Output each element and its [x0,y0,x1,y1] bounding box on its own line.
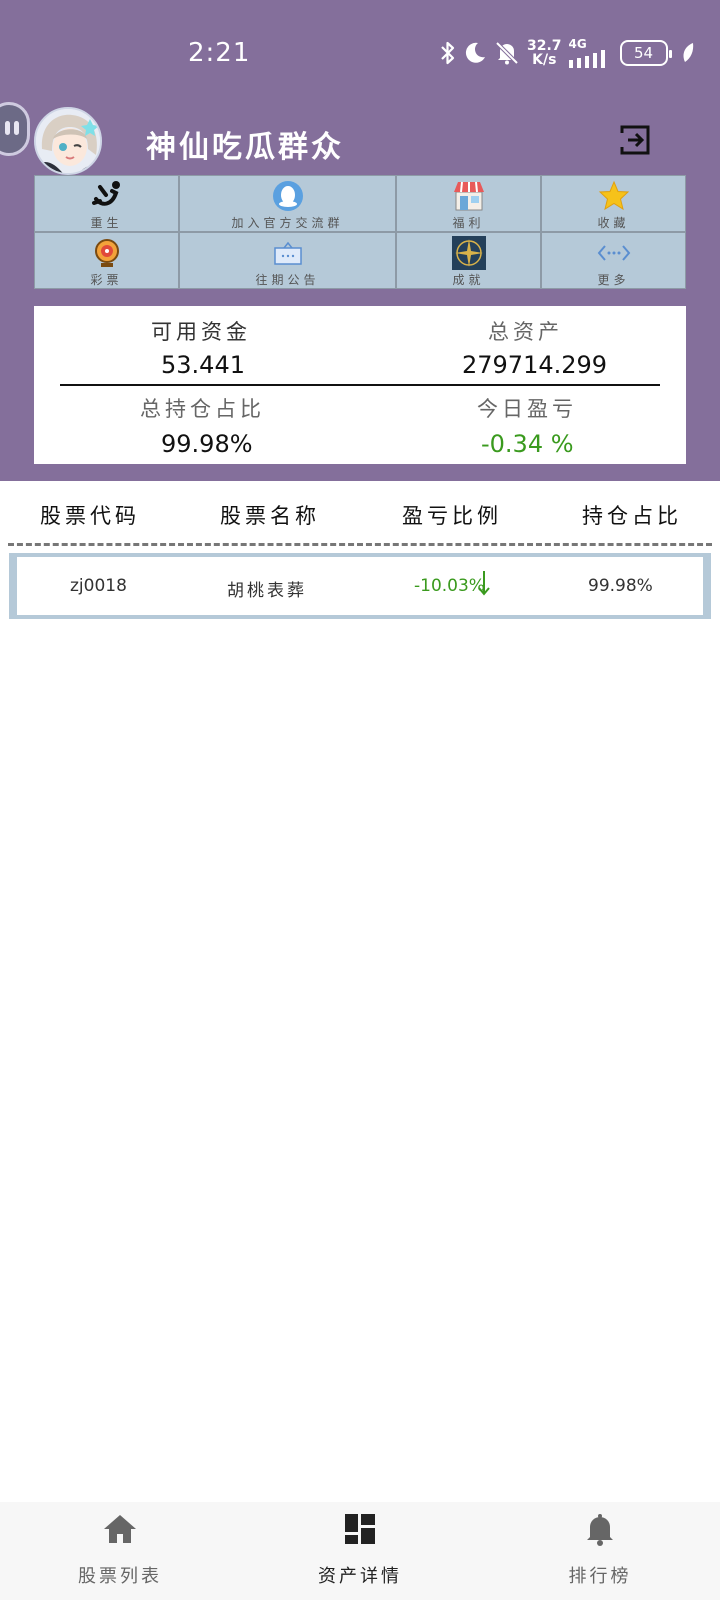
nav-label: 资产详情 [318,1566,402,1587]
status-icons: 32.7 K/s 4G 54 [440,36,695,70]
column-header-code: 股票代码 [40,504,140,528]
shortcut-achievements[interactable]: 成就 [396,232,541,289]
home-icon [103,1512,137,1546]
column-header-pl: 盈亏比例 [402,504,502,528]
lottery-wheel-icon [90,236,124,270]
nav-asset-details[interactable]: 资产详情 [240,1502,480,1600]
shortcut-label: 加入官方交流群 [231,216,344,230]
leaf-icon [681,42,695,64]
today-pl-label: 今日盈亏 [477,397,577,421]
shortcut-lottery[interactable]: 彩票 [34,232,179,289]
floating-assistant-button[interactable] [0,102,30,156]
position-ratio-label: 总持仓占比 [140,397,265,421]
bottom-navigation: 股票列表 资产详情 排行榜 [0,1502,720,1600]
dashboard-icon [343,1512,377,1546]
position-ratio-value: 99.98% [161,430,253,458]
nav-leaderboard[interactable]: 排行榜 [480,1502,720,1600]
shortcut-grid: 重生 加入官方交流群 福利 收藏 彩票 往期公告 成就 更多 [34,175,686,289]
status-time: 2:21 [188,38,251,68]
arrow-down-icon [477,569,491,602]
bluetooth-icon [440,40,456,66]
logout-button[interactable] [619,125,650,155]
message-box-icon [271,236,305,270]
net-speed-value: 32.7 [527,38,562,54]
more-code-icon [597,236,631,270]
nav-label: 排行榜 [568,1566,632,1587]
shortcut-past-notices[interactable]: 往期公告 [179,232,396,289]
mute-bell-icon [494,40,520,66]
shortcut-label: 福利 [452,216,485,230]
shortcut-label: 往期公告 [255,273,320,287]
shortcut-label: 重生 [90,216,123,230]
moon-icon [463,41,487,65]
shortcut-more[interactable]: 更多 [541,232,686,289]
shortcut-label: 成就 [452,273,485,287]
username: 神仙吃瓜群众 [146,130,344,165]
holdings-table-header: 股票代码 股票名称 盈亏比例 持仓占比 [0,481,720,544]
stock-code: zj0018 [70,576,127,596]
stock-position-ratio: 99.98% [588,576,653,596]
battery-indicator: 54 [619,40,672,66]
signal-icon: 4G [568,37,613,68]
available-funds-label: 可用资金 [151,320,251,344]
fall-person-icon [90,179,124,213]
total-assets-label: 总资产 [488,320,563,344]
stock-pl: -10.03% [414,576,485,596]
exit-icon [619,125,650,155]
compass-icon [451,236,486,270]
header-divider [8,543,712,546]
shortcut-favorites[interactable]: 收藏 [541,175,686,232]
table-row[interactable]: zj0018 胡桃表葬 -10.03% 99.98% [9,553,711,619]
shortcut-join-group[interactable]: 加入官方交流群 [179,175,396,232]
shortcut-rebirth[interactable]: 重生 [34,175,179,232]
available-funds-value: 53.441 [161,351,245,379]
network-speed: 32.7 K/s [527,39,562,67]
avatar[interactable] [34,107,102,175]
nav-label: 股票列表 [78,1566,162,1587]
stock-name: 胡桃表葬 [227,581,307,601]
total-assets-value: 279714.299 [462,351,608,379]
divider [60,384,660,386]
column-header-name: 股票名称 [220,504,320,528]
status-bar: 2:21 32.7 K/s 4G 54 [0,0,720,100]
star-icon [597,179,631,213]
shortcut-label: 收藏 [597,216,630,230]
nav-stock-list[interactable]: 股票列表 [0,1502,240,1600]
bell-icon [583,1512,617,1546]
network-type: 4G [568,37,587,51]
shortcut-welfare[interactable]: 福利 [396,175,541,232]
today-pl-value: -0.34 % [481,430,574,458]
net-speed-unit: K/s [532,52,557,68]
shortcut-label: 更多 [597,273,630,287]
asset-summary-card: 可用资金 53.441 总资产 279714.299 总持仓占比 99.98% … [34,306,686,464]
column-header-ratio: 持仓占比 [582,504,682,528]
shortcut-label: 彩票 [90,273,123,287]
qq-icon [271,179,305,213]
shop-icon [452,179,486,213]
table-row-content: zj0018 胡桃表葬 -10.03% 99.98% [17,557,703,615]
